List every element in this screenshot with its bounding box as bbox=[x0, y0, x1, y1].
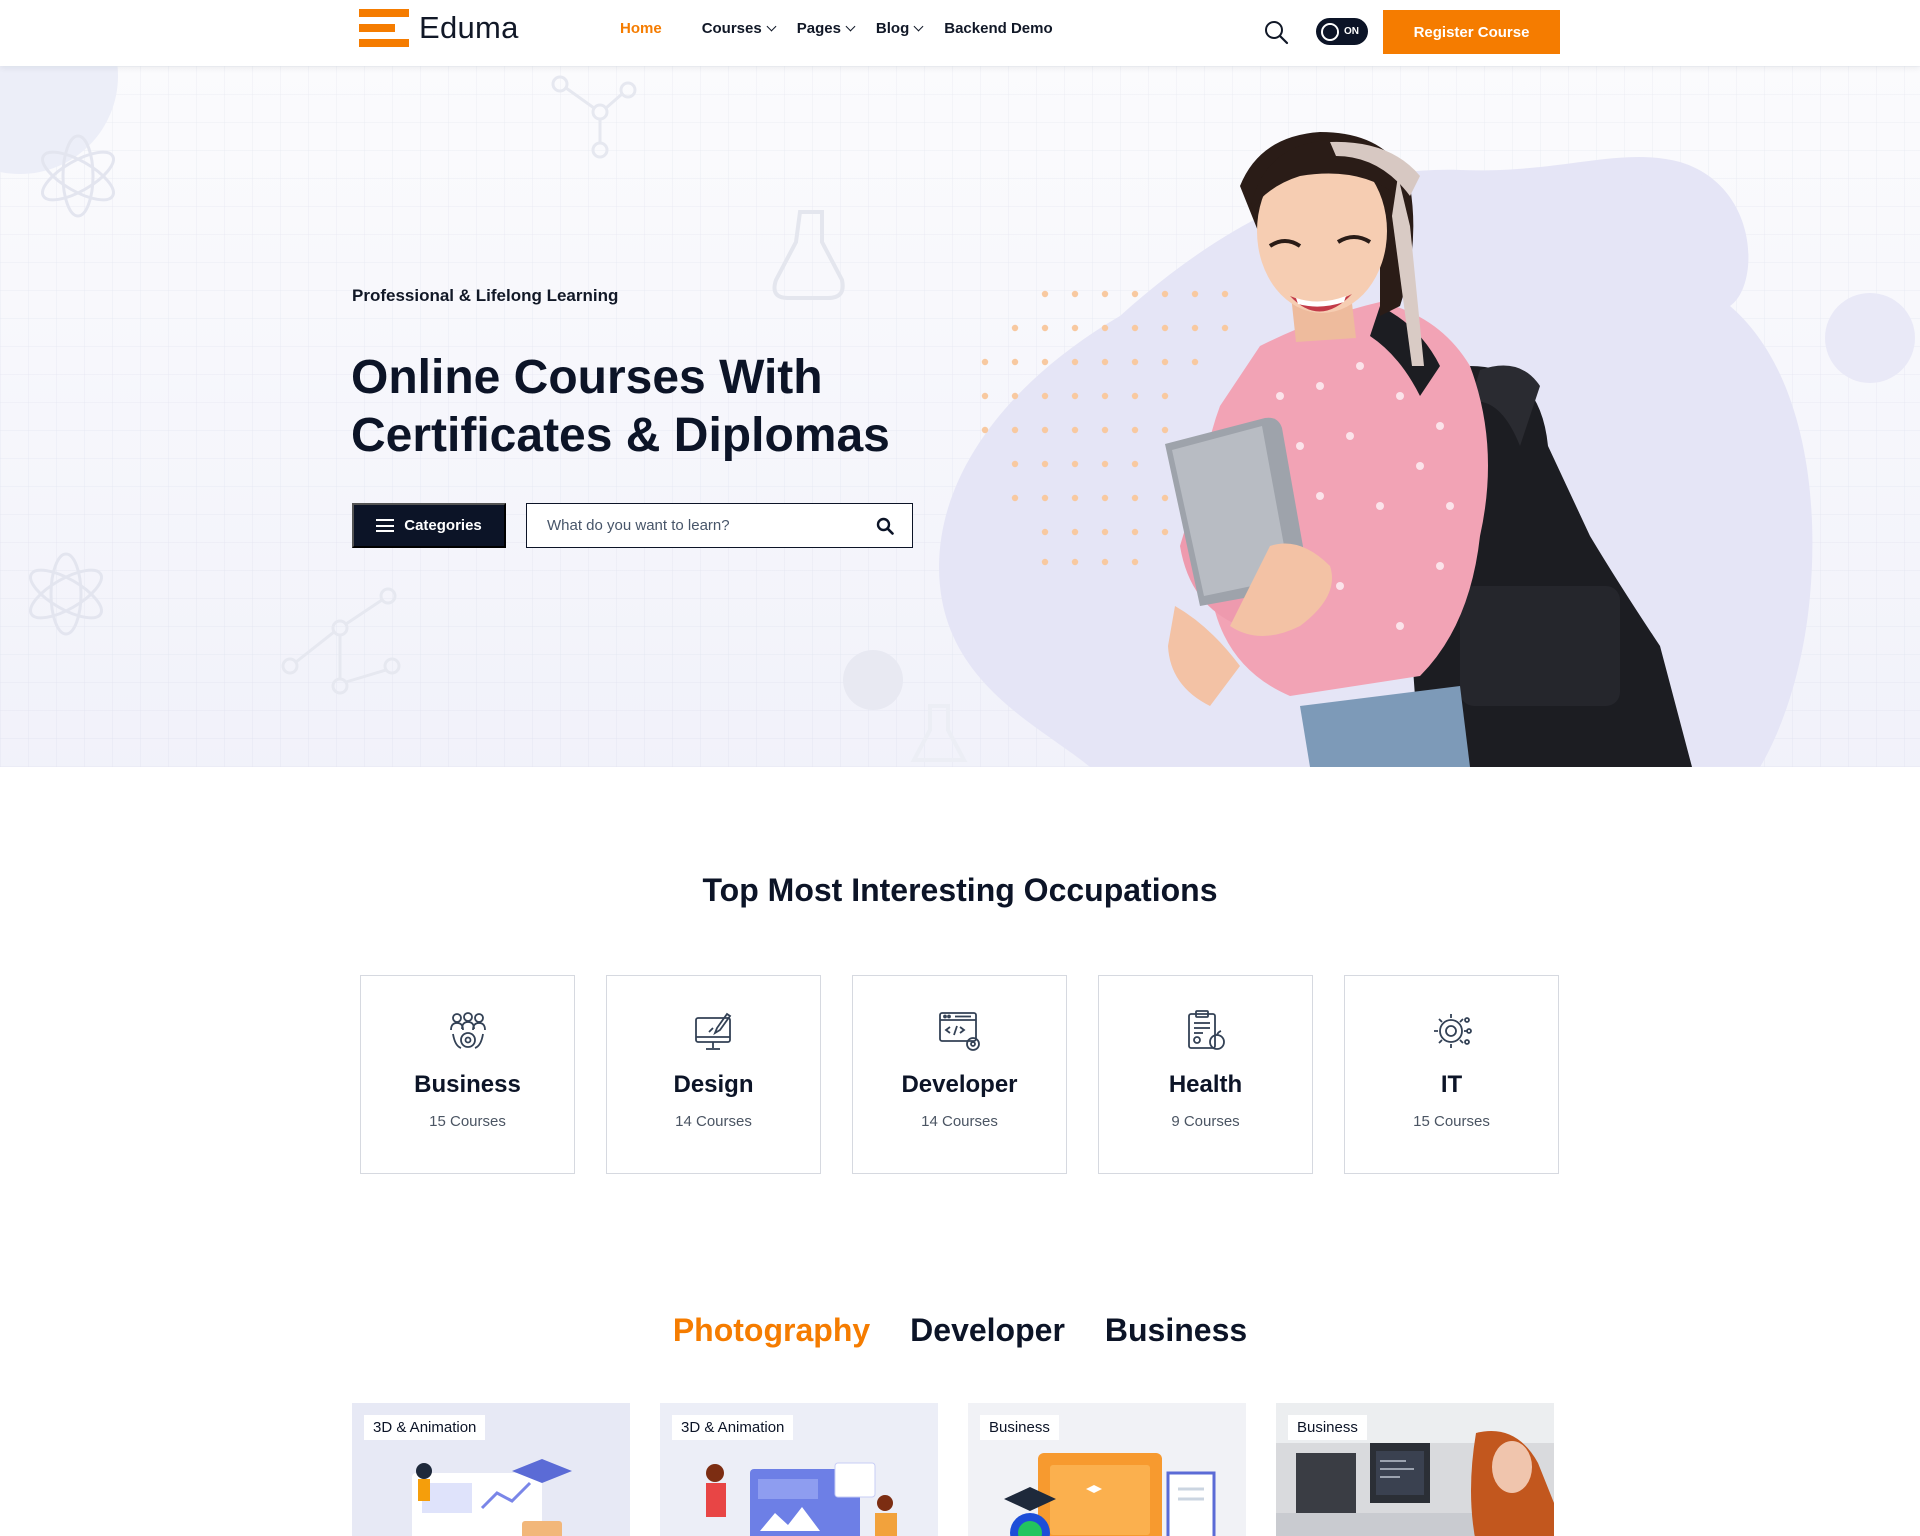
decor-dot bbox=[843, 650, 903, 710]
course-search bbox=[526, 503, 913, 548]
site-header: Eduma Home Courses Pages Blog Backend De… bbox=[0, 0, 1920, 66]
nav-item-blog[interactable]: Blog bbox=[875, 20, 924, 37]
hero-illustration bbox=[0, 66, 1915, 767]
tab-developer[interactable]: Developer bbox=[910, 1312, 1065, 1349]
atom-icon bbox=[29, 552, 103, 636]
chevron-down-icon bbox=[913, 21, 924, 32]
logo-icon bbox=[359, 9, 409, 47]
dark-mode-toggle[interactable]: ON bbox=[1316, 18, 1368, 45]
flask-icon bbox=[910, 704, 968, 762]
decor-blob bbox=[1825, 293, 1915, 383]
search-icon[interactable] bbox=[876, 517, 894, 535]
nav-item-courses[interactable]: Courses bbox=[701, 20, 777, 37]
toggle-label: ON bbox=[1344, 26, 1359, 37]
course-card[interactable]: Business bbox=[1276, 1403, 1554, 1536]
nav-item-label: Backend Demo bbox=[944, 20, 1053, 37]
occupation-cards: Business 15 Courses Design 14 Courses De… bbox=[360, 975, 1559, 1174]
occupation-count: 15 Courses bbox=[1413, 1113, 1490, 1130]
register-course-button[interactable]: Register Course bbox=[1383, 10, 1560, 54]
course-grid: 3D & Animation 3D & Animation Business B… bbox=[352, 1403, 1554, 1536]
occupation-card-business[interactable]: Business 15 Courses bbox=[360, 975, 575, 1174]
occupation-card-developer[interactable]: Developer 14 Courses bbox=[852, 975, 1067, 1174]
course-card[interactable]: Business bbox=[968, 1403, 1246, 1536]
menu-icon bbox=[376, 519, 395, 532]
search-icon bbox=[1265, 21, 1289, 45]
logo[interactable]: Eduma bbox=[359, 9, 519, 47]
occupations-title: Top Most Interesting Occupations bbox=[702, 872, 1218, 908]
nav-item-label: Pages bbox=[796, 20, 841, 37]
main-nav: Home Courses Pages Blog Backend Demo bbox=[620, 20, 1093, 37]
occupation-name: Developer bbox=[901, 1071, 1018, 1098]
hero-title-line: Certificates & Diplomas bbox=[351, 409, 890, 462]
tab-business[interactable]: Business bbox=[1105, 1312, 1247, 1349]
occupation-count: 14 Courses bbox=[921, 1113, 998, 1130]
clipboard-apple-icon bbox=[1187, 1010, 1225, 1050]
monitor-brush-icon bbox=[694, 1012, 731, 1050]
course-category-tag: 3D & Animation bbox=[364, 1415, 486, 1440]
course-card[interactable]: 3D & Animation bbox=[352, 1403, 630, 1536]
chevron-down-icon bbox=[845, 21, 856, 32]
header-search-button[interactable] bbox=[1262, 18, 1290, 46]
categories-button[interactable]: Categories bbox=[352, 503, 506, 548]
categories-label: Categories bbox=[404, 517, 482, 534]
gear-head-icon bbox=[1433, 1014, 1472, 1048]
hero-title-line: Online Courses With bbox=[351, 351, 823, 404]
occupation-name: IT bbox=[1440, 1071, 1463, 1098]
occupation-card-health[interactable]: Health 9 Courses bbox=[1098, 975, 1313, 1174]
hero-eyebrow: Professional & Lifelong Learning bbox=[352, 286, 619, 305]
logo-text: Eduma bbox=[419, 10, 519, 45]
hero-title: Online Courses With Certificates & Diplo… bbox=[351, 349, 951, 465]
occupation-card-it[interactable]: IT 15 Courses bbox=[1344, 975, 1559, 1174]
nav-item-label: Courses bbox=[701, 20, 762, 37]
molecule-icon bbox=[551, 75, 637, 159]
hero-section: Professional & Lifelong Learning Online … bbox=[0, 66, 1920, 767]
course-search-input[interactable] bbox=[547, 517, 876, 534]
team-gear-icon bbox=[449, 1012, 486, 1049]
tab-photography[interactable]: Photography bbox=[673, 1312, 870, 1349]
nav-item-label: Blog bbox=[875, 20, 910, 37]
occupation-card-design[interactable]: Design 14 Courses bbox=[606, 975, 821, 1174]
course-category-tag: 3D & Animation bbox=[672, 1415, 794, 1440]
nav-item-home[interactable]: Home bbox=[620, 20, 662, 37]
occupation-count: 15 Courses bbox=[429, 1113, 506, 1130]
code-window-icon bbox=[938, 1012, 980, 1051]
occupation-name: Design bbox=[673, 1071, 754, 1098]
moon-icon bbox=[1321, 22, 1339, 41]
flask-icon bbox=[772, 210, 845, 300]
occupation-name: Health bbox=[1168, 1071, 1243, 1098]
decor-blob bbox=[1622, 170, 1738, 286]
nav-item-label: Home bbox=[620, 20, 662, 37]
course-card[interactable]: 3D & Animation bbox=[660, 1403, 938, 1536]
occupation-count: 14 Courses bbox=[675, 1113, 752, 1130]
nav-item-pages[interactable]: Pages bbox=[796, 20, 856, 37]
occupation-name: Business bbox=[414, 1071, 521, 1098]
decor-blob bbox=[0, 66, 118, 174]
nav-item-backend-demo[interactable]: Backend Demo bbox=[944, 20, 1052, 37]
course-category-tag: Business bbox=[1288, 1415, 1367, 1440]
course-category-tag: Business bbox=[980, 1415, 1059, 1440]
molecule-icon bbox=[281, 587, 401, 695]
chevron-down-icon bbox=[766, 21, 777, 32]
course-tabs: Photography Developer Business bbox=[0, 1312, 1920, 1349]
occupation-count: 9 Courses bbox=[1171, 1113, 1240, 1130]
